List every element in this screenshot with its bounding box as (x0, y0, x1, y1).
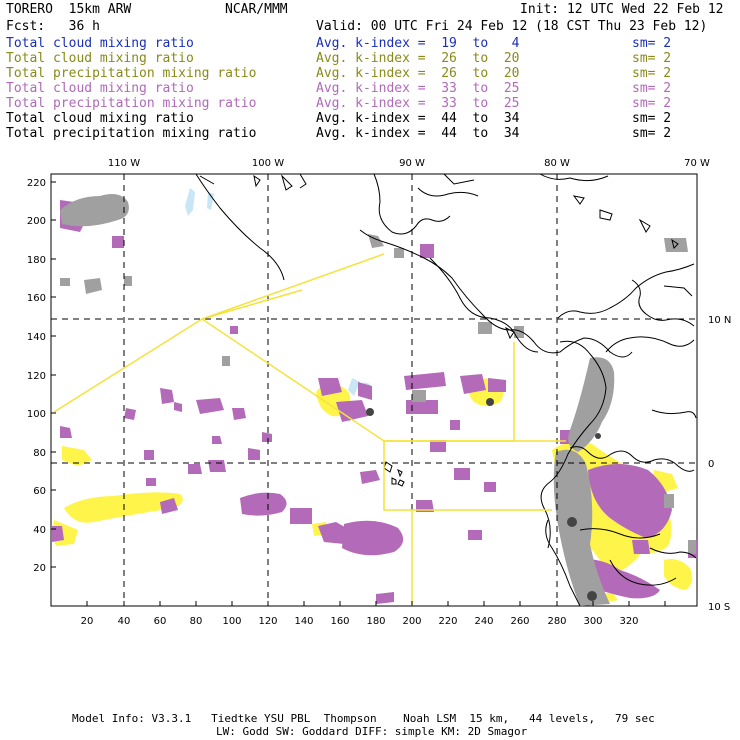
x-tick-label: 140 (294, 616, 313, 627)
x-tick-label: 280 (547, 616, 566, 627)
y-tick-labels: 220 200 180 160 140 120 100 80 60 40 20 (27, 178, 46, 574)
x-tick-label: 60 (154, 616, 167, 627)
x-tick-label: 320 (619, 616, 638, 627)
lat-label: 10 N (708, 315, 731, 326)
y-tick-label: 180 (27, 255, 46, 266)
x-tick-label: 160 (330, 616, 349, 627)
x-tick-label: 220 (438, 616, 457, 627)
y-tick-label: 40 (33, 525, 46, 536)
x-tick-label: 200 (402, 616, 421, 627)
lon-label: 70 W (684, 158, 710, 169)
y-tick-label: 80 (33, 448, 46, 459)
x-tick-label: 260 (510, 616, 529, 627)
y-tick-label: 140 (27, 332, 46, 343)
x-tick-label: 40 (118, 616, 131, 627)
lat-label: 10 S (708, 602, 730, 613)
y-tick-label: 60 (33, 486, 46, 497)
lat-label: 0 (708, 459, 714, 470)
x-tick-label: 80 (190, 616, 203, 627)
x-tick-label: 100 (222, 616, 241, 627)
model-info: Model Info: V3.3.1 Tiedtke YSU PBL Thomp… (72, 712, 655, 725)
lon-label: 110 W (108, 158, 140, 169)
x-tick-label: 20 (81, 616, 94, 627)
lon-label: 90 W (399, 158, 425, 169)
x-tick-label: 120 (258, 616, 277, 627)
x-tick-labels: 20 40 60 80 100 120 140 160 180 200 220 … (81, 616, 639, 627)
lon-label: 80 W (544, 158, 570, 169)
lon-labels: 110 W 100 W 90 W 80 W 70 W (108, 158, 710, 169)
x-tick-label: 240 (474, 616, 493, 627)
y-tick-label: 20 (33, 563, 46, 574)
y-tick-label: 120 (27, 371, 46, 382)
x-tick-label: 180 (366, 616, 385, 627)
map-panel: 110 W 100 W 90 W 80 W 70 W 10 N 0 10 S 2… (27, 158, 731, 627)
y-tick-label: 200 (27, 216, 46, 227)
y-tick-label: 100 (27, 409, 46, 420)
y-tick-label: 220 (27, 178, 46, 189)
model-physics: LW: Godd SW: Goddard DIFF: simple KM: 2D… (216, 725, 528, 738)
x-tick-label: 300 (583, 616, 602, 627)
lat-labels: 10 N 0 10 S (708, 315, 731, 613)
lon-label: 100 W (252, 158, 284, 169)
y-tick-label: 160 (27, 293, 46, 304)
